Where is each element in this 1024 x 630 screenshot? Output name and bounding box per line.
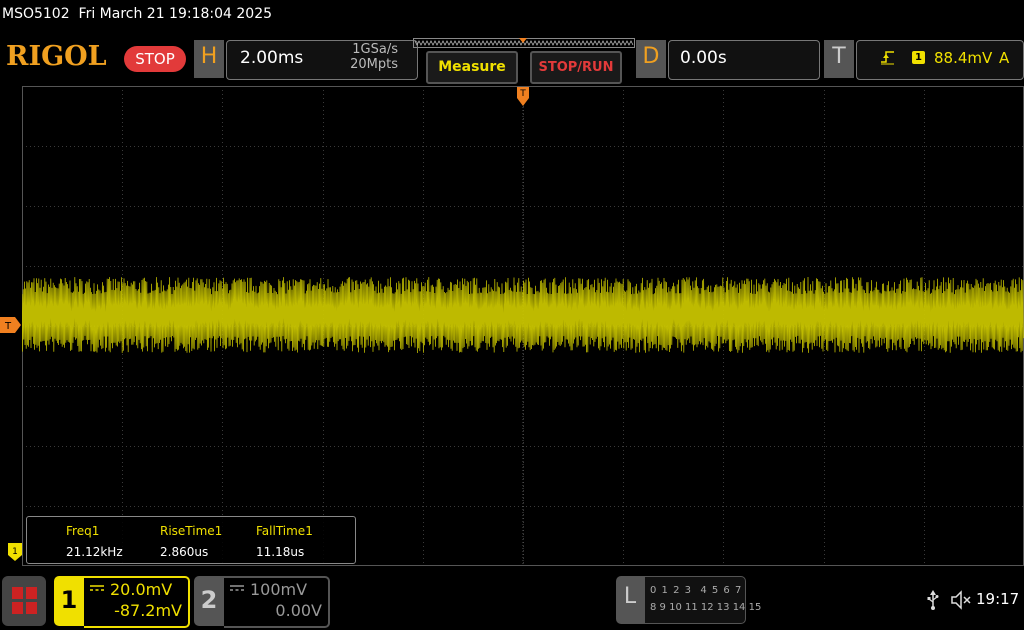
svg-text:T: T [519,89,526,99]
logic-analyzer-label: L [623,584,637,609]
menu-grid-icon [12,587,37,614]
horizontal-label: H [200,44,218,69]
trigger-level-value: 88.4mV [934,49,993,67]
measurement-value-risetime: 2.860us [160,545,209,559]
measurement-header-freq: Freq1 [66,524,100,538]
rising-edge-icon [881,51,894,65]
measurement-value-falltime: 11.18us [256,545,305,559]
channel2-scale: 100mV [250,580,308,599]
measure-button[interactable]: Measure [426,51,518,84]
trigger-level-marker-label: T [4,321,12,332]
trigger-position-marker[interactable]: T [516,86,530,108]
trigger-level-marker[interactable]: T [0,317,22,333]
run-state-badge[interactable]: STOP [124,46,186,72]
waveform-display[interactable] [22,86,1024,566]
date-time: Fri March 21 19:18:04 2025 [78,6,273,22]
title-bar: MSO5102 Fri March 21 19:18:04 2025 [2,6,272,22]
model-name: MSO5102 [2,6,70,22]
trigger-source-badge: 1 [912,51,925,64]
speaker-muted-icon[interactable] [950,590,974,610]
channel1-trace [22,276,1024,354]
waveform-overview-strip [413,38,635,48]
memory-depth: 20Mpts [350,57,398,72]
system-clock: 19:17 [976,590,1020,608]
dc-coupling-icon [90,585,104,591]
dc-coupling-icon [230,585,244,591]
channel1-offset-marker[interactable]: 1 [8,543,22,561]
channel1-offset: -87.2mV [114,601,182,620]
logic-channels-row2: 8 9 10 11 12 13 14 15 [650,602,762,613]
delay-label: D [642,44,660,69]
stop-run-button[interactable]: STOP/RUN [530,51,622,84]
logic-analyzer-panel[interactable] [644,576,746,624]
trigger-label: T [832,44,846,69]
channel1-offset-marker-label: 1 [12,547,18,557]
trigger-mode: A [999,49,1010,67]
measurement-header-falltime: FallTime1 [256,524,313,538]
channel2-number: 2 [200,586,218,614]
measurement-header-risetime: RiseTime1 [160,524,223,538]
channel2-offset: 0.00V [275,601,322,620]
channel1-scale: 20.0mV [110,580,173,599]
rigol-logo: RIGOL [6,41,107,72]
delay-value: 0.00s [680,48,727,68]
channel1-number: 1 [60,586,78,614]
usb-icon [927,590,939,610]
logic-channels-row1: 0 1 2 3 4 5 6 7 [650,585,743,596]
sample-rate: 1GSa/s [352,42,398,57]
measurement-value-freq: 21.12kHz [66,545,123,559]
timebase-value: 2.00ms [240,48,304,68]
